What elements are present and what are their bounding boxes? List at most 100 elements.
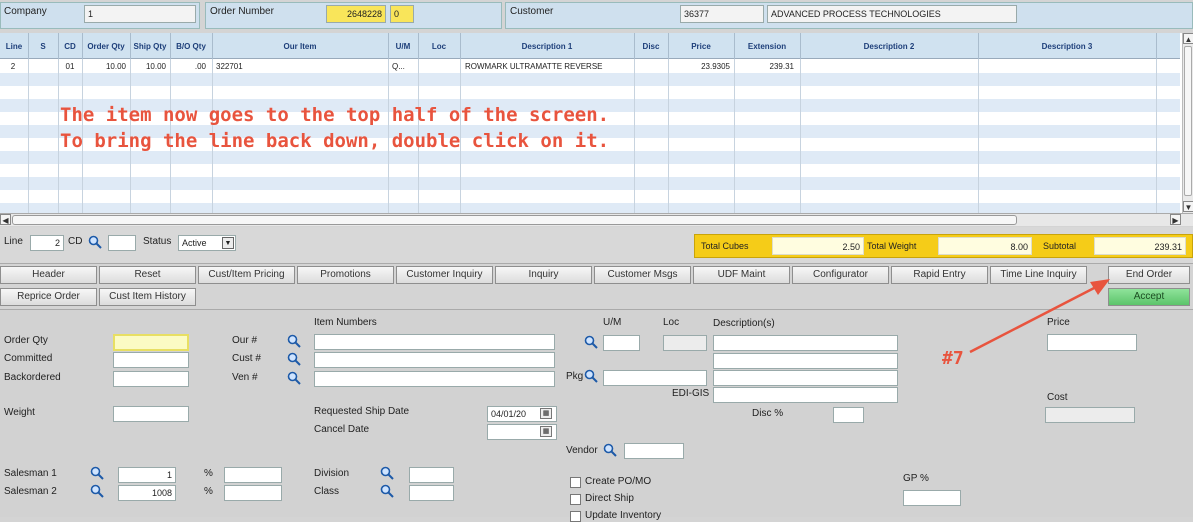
scroll-thumb[interactable]: [12, 215, 1017, 225]
col-description-2[interactable]: Description 2: [800, 33, 979, 59]
pkg-label: Pkg: [566, 371, 584, 382]
table-row[interactable]: [0, 177, 1180, 190]
grid-horizontal-scrollbar[interactable]: ◀ ▶: [0, 213, 1193, 226]
gp-pct-label: GP %: [903, 473, 929, 484]
inquiry-button[interactable]: Inquiry: [495, 266, 592, 284]
order-suffix-field[interactable]: 0: [390, 5, 414, 23]
search-icon[interactable]: [603, 443, 617, 457]
direct-ship-checkbox[interactable]: [570, 494, 581, 505]
search-icon[interactable]: [287, 371, 301, 385]
class-field[interactable]: [409, 485, 454, 501]
udf-maint-button[interactable]: UDF Maint: [693, 266, 790, 284]
grid-vertical-scrollbar[interactable]: ▲ ▼: [1182, 33, 1193, 213]
col-disc[interactable]: Disc: [634, 33, 669, 59]
col-order-qty[interactable]: Order Qty: [82, 33, 131, 59]
table-row[interactable]: [0, 203, 1180, 213]
description-4-field[interactable]: [713, 387, 898, 403]
cell-cd: 01: [65, 62, 75, 71]
table-row[interactable]: [0, 151, 1180, 164]
calendar-icon[interactable]: ▦: [540, 426, 552, 437]
division-field[interactable]: [409, 467, 454, 483]
search-icon[interactable]: [88, 235, 102, 249]
customer-msgs-button[interactable]: Customer Msgs: [594, 266, 691, 284]
salesman-1-pct-field[interactable]: [224, 467, 282, 483]
description-3-field[interactable]: [713, 370, 898, 386]
accept-button[interactable]: Accept: [1108, 288, 1190, 306]
cust-number-field[interactable]: [314, 352, 555, 368]
scroll-left-icon[interactable]: ◀: [0, 214, 11, 225]
customer-inquiry-button[interactable]: Customer Inquiry: [396, 266, 493, 284]
um-field[interactable]: [603, 335, 640, 351]
pkg-field[interactable]: [603, 370, 707, 386]
col-price[interactable]: Price: [668, 33, 735, 59]
search-icon[interactable]: [287, 334, 301, 348]
col-ship-qty[interactable]: Ship Qty: [130, 33, 171, 59]
col-description-3[interactable]: Description 3: [978, 33, 1157, 59]
description-1-field[interactable]: [713, 335, 898, 351]
table-row[interactable]: [0, 164, 1180, 177]
col-bo-qty[interactable]: B/O Qty: [170, 33, 213, 59]
end-order-button[interactable]: End Order: [1108, 266, 1190, 284]
table-row[interactable]: 2 01 10.00 10.00 .00 322701 Q... ROWMARK…: [0, 60, 1180, 73]
col-line[interactable]: Line: [0, 33, 29, 59]
backordered-label: Backordered: [4, 372, 61, 383]
col-our-item[interactable]: Our Item: [212, 33, 389, 59]
scroll-up-icon[interactable]: ▲: [1183, 33, 1193, 44]
customer-id-field[interactable]: 36377: [680, 5, 764, 23]
header-button[interactable]: Header: [0, 266, 97, 284]
cell-loc: [420, 60, 460, 73]
table-row[interactable]: [0, 190, 1180, 203]
backordered-field[interactable]: [113, 371, 189, 387]
cell-disc: [636, 60, 666, 73]
reprice-order-button[interactable]: Reprice Order: [0, 288, 97, 306]
promotions-button[interactable]: Promotions: [297, 266, 394, 284]
salesman-1-field[interactable]: 1: [118, 467, 176, 483]
col-extension[interactable]: Extension: [734, 33, 801, 59]
cell-extension: 239.31: [769, 62, 794, 71]
table-row[interactable]: [0, 86, 1180, 99]
search-icon[interactable]: [90, 466, 104, 480]
item-numbers-label: Item Numbers: [314, 317, 377, 328]
order-qty-field[interactable]: [113, 334, 189, 351]
cust-item-history-button[interactable]: Cust Item History: [99, 288, 196, 306]
vendor-field[interactable]: [624, 443, 684, 459]
search-icon[interactable]: [584, 369, 598, 383]
col-cd[interactable]: CD: [58, 33, 83, 59]
cd-field[interactable]: [108, 235, 136, 251]
search-icon[interactable]: [584, 335, 598, 349]
salesman-2-pct-field[interactable]: [224, 485, 282, 501]
col-description-1[interactable]: Description 1: [460, 33, 635, 59]
weight-field[interactable]: [113, 406, 189, 422]
line-field[interactable]: 2: [30, 235, 64, 251]
loc-field: [663, 335, 707, 351]
committed-field[interactable]: [113, 352, 189, 368]
cell-description-2: [804, 60, 974, 73]
line-label: Line: [4, 236, 23, 247]
company-field[interactable]: 1: [84, 5, 196, 23]
search-icon[interactable]: [287, 352, 301, 366]
scroll-thumb[interactable]: [1184, 46, 1192, 196]
scroll-right-icon[interactable]: ▶: [1170, 214, 1181, 225]
search-icon[interactable]: [380, 466, 394, 480]
salesman-2-field[interactable]: 1008: [118, 485, 176, 501]
disc-pct-field[interactable]: [833, 407, 864, 423]
search-icon[interactable]: [380, 484, 394, 498]
search-icon[interactable]: [90, 484, 104, 498]
col-loc[interactable]: Loc: [418, 33, 461, 59]
order-number-field[interactable]: 2648228: [326, 5, 386, 23]
scroll-down-icon[interactable]: ▼: [1183, 201, 1193, 212]
col-s[interactable]: S: [28, 33, 59, 59]
col-um[interactable]: U/M: [388, 33, 419, 59]
calendar-icon[interactable]: ▦: [540, 408, 552, 419]
our-number-field[interactable]: [314, 334, 555, 350]
chevron-down-icon[interactable]: ▼: [222, 237, 234, 249]
annotation-arrow-icon: [969, 279, 1110, 354]
create-po-checkbox[interactable]: [570, 477, 581, 488]
reset-button[interactable]: Reset: [99, 266, 196, 284]
table-row[interactable]: [0, 73, 1180, 86]
description-2-field[interactable]: [713, 353, 898, 369]
configurator-button[interactable]: Configurator: [792, 266, 889, 284]
subtotal-label: Subtotal: [1040, 237, 1097, 255]
cust-item-pricing-button[interactable]: Cust/Item Pricing: [198, 266, 295, 284]
ven-number-field[interactable]: [314, 371, 555, 387]
